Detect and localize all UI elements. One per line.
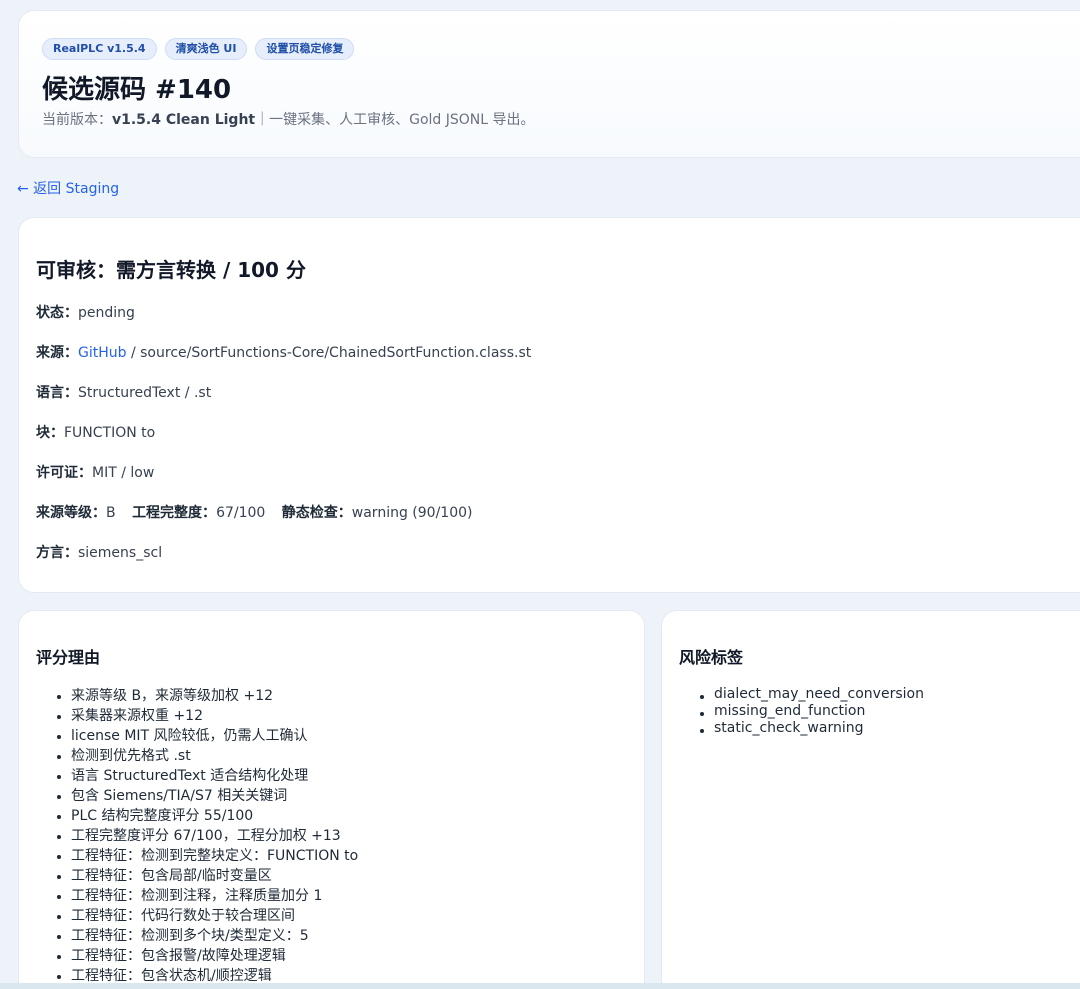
dialect-label: 方言： [36, 545, 78, 561]
list-item: 来源等级 B，来源等级加权 +12 [53, 686, 644, 706]
license-value: MIT / low [92, 465, 155, 481]
list-item: 工程特征：代码行数处于较合理区间 [53, 906, 644, 926]
list-item: 包含 Siemens/TIA/S7 相关关键词 [53, 786, 644, 806]
language-value: StructuredText / .st [78, 385, 212, 401]
fix-badge: 设置页稳定修复 [255, 38, 355, 60]
list-item: 采集器来源权重 +12 [53, 706, 644, 726]
grade-label: 来源等级： [36, 505, 106, 521]
dialect-value: siemens_scl [78, 545, 163, 561]
list-item: 语言 StructuredText 适合结构化处理 [53, 766, 644, 786]
list-item: license MIT 风险较低，仍需人工确认 [53, 726, 644, 746]
block-value: FUNCTION to [64, 425, 156, 441]
risk-tags-title: 风险标签 [679, 648, 744, 667]
source-path: / source/SortFunctions-Core/ChainedSortF… [126, 345, 532, 361]
subtitle-prefix: 当前版本： [42, 112, 112, 128]
source-label: 来源： [36, 345, 78, 361]
list-item: 工程特征：包含局部/临时变量区 [53, 866, 644, 886]
language-row: 语言：StructuredText / .st [36, 384, 1080, 402]
github-link[interactable]: GitHub [78, 345, 127, 361]
theme-badge: 清爽浅色 UI [164, 38, 248, 60]
scoring-reasons-list: 来源等级 B，来源等级加权 +12 采集器来源权重 +12 license MI… [36, 686, 644, 986]
list-item: missing_end_function [696, 703, 1080, 720]
badge-row: RealPLC v1.5.4 清爽浅色 UI 设置页稳定修复 [42, 38, 1080, 60]
back-to-staging-link[interactable]: ← 返回 Staging [17, 180, 119, 198]
subtitle-suffix: ｜一键采集、人工审核、Gold JSONL 导出。 [255, 112, 535, 128]
header-card: RealPLC v1.5.4 清爽浅色 UI 设置页稳定修复 候选源码 #140… [18, 10, 1080, 158]
completeness-value: 67/100 [216, 505, 266, 521]
scoring-reasons-title: 评分理由 [36, 648, 101, 667]
block-label: 块： [36, 425, 64, 441]
list-item: 工程特征：包含报警/故障处理逻辑 [53, 946, 644, 966]
grade-row: 来源等级：B 工程完整度：67/100 静态检查：warning (90/100… [36, 504, 1080, 522]
dialect-row: 方言：siemens_scl [36, 544, 1080, 562]
page-subtitle: 当前版本：v1.5.4 Clean Light｜一键采集、人工审核、Gold J… [42, 111, 1080, 129]
static-check-value: warning (90/100) [351, 505, 473, 521]
status-label: 状态： [36, 305, 78, 321]
risk-tags-card: 风险标签 dialect_may_need_conversion missing… [661, 610, 1080, 989]
list-item: 工程完整度评分 67/100，工程分加权 +13 [53, 826, 644, 846]
status-value: pending [78, 305, 135, 321]
scoring-reasons-card: 评分理由 来源等级 B，来源等级加权 +12 采集器来源权重 +12 licen… [18, 610, 645, 989]
language-label: 语言： [36, 385, 78, 401]
block-row: 块：FUNCTION to [36, 424, 1080, 442]
candidate-info-card: 可审核：需方言转换 / 100 分 状态：pending 来源：GitHub /… [18, 217, 1080, 593]
list-item: PLC 结构完整度评分 55/100 [53, 806, 644, 826]
subtitle-version: v1.5.4 Clean Light [112, 112, 256, 128]
list-item: 工程特征：检测到多个块/类型定义：5 [53, 926, 644, 946]
risk-tags-list: dialect_may_need_conversion missing_end_… [679, 686, 1080, 737]
review-status-title: 可审核：需方言转换 / 100 分 [36, 258, 306, 282]
list-item: 工程特征：检测到注释，注释质量加分 1 [53, 886, 644, 906]
source-row: 来源：GitHub / source/SortFunctions-Core/Ch… [36, 344, 1080, 362]
completeness-label: 工程完整度： [132, 505, 217, 521]
version-badge: RealPLC v1.5.4 [42, 38, 157, 60]
page-title: 候选源码 #140 [42, 75, 232, 105]
license-label: 许可证： [36, 465, 92, 481]
static-check-label: 静态检查： [281, 505, 352, 521]
list-item: 工程特征：检测到完整块定义：FUNCTION to [53, 846, 644, 866]
grade-value: B [106, 505, 116, 521]
bottom-scroll-edge [0, 983, 1080, 989]
status-row: 状态：pending [36, 304, 1080, 322]
list-item: dialect_may_need_conversion [696, 686, 1080, 703]
list-item: 检测到优先格式 .st [53, 746, 644, 766]
list-item: static_check_warning [696, 720, 1080, 737]
license-row: 许可证：MIT / low [36, 464, 1080, 482]
